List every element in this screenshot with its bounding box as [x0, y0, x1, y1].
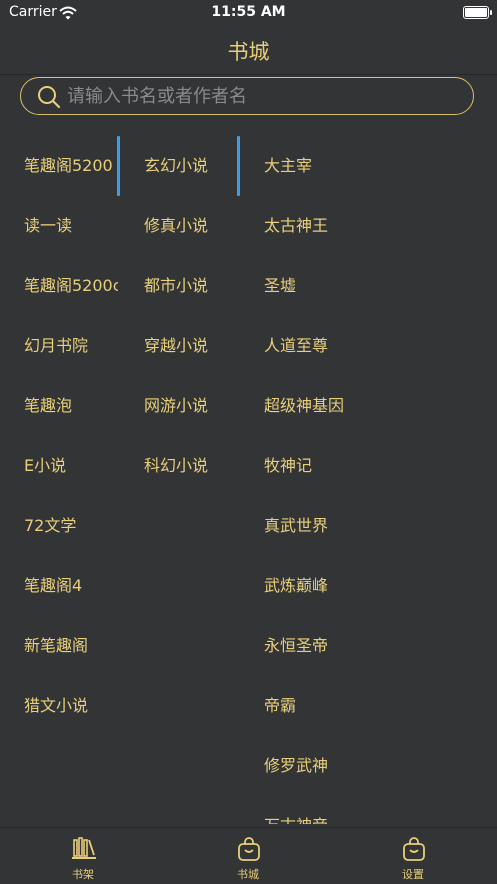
book-item[interactable]: 真武世界 — [264, 496, 414, 556]
book-item[interactable]: 太古神王 — [264, 196, 414, 256]
navigation-bar: 书城 — [0, 26, 497, 75]
scroll-indicator — [237, 136, 240, 196]
source-item[interactable]: 笔趣阁5200 — [24, 136, 118, 196]
tab-label: 书城 — [237, 868, 259, 881]
tab-bookshelf[interactable]: 书架 — [43, 828, 123, 884]
tab-label: 设置 — [402, 868, 424, 881]
category-item[interactable]: 都市小说 — [144, 256, 238, 316]
books-icon — [72, 837, 96, 859]
source-item[interactable]: 笔趣阁4 — [24, 556, 118, 616]
category-item[interactable]: 科幻小说 — [144, 436, 238, 496]
book-item[interactable]: 帝霸 — [264, 676, 414, 736]
source-item[interactable]: 笔趣泡 — [24, 376, 118, 436]
page-title: 书城 — [227, 40, 270, 64]
search-icon — [37, 85, 61, 113]
book-item[interactable]: 万古神帝 — [264, 796, 414, 824]
status-bar: Carrier 11:55 AM — [0, 0, 497, 26]
tab-settings[interactable]: 设置 — [373, 828, 453, 884]
bag-icon — [403, 837, 425, 861]
source-item[interactable]: 72文学 — [24, 496, 118, 556]
book-item[interactable]: 牧神记 — [264, 436, 414, 496]
book-item[interactable]: 大主宰 — [264, 136, 414, 196]
category-item[interactable]: 穿越小说 — [144, 316, 238, 376]
source-item[interactable]: 猎文小说 — [24, 676, 118, 736]
source-item[interactable]: 读一读 — [24, 196, 118, 256]
book-item[interactable]: 圣墟 — [264, 256, 414, 316]
book-item[interactable]: 超级神基因 — [264, 376, 414, 436]
book-item[interactable]: 永恒圣帝 — [264, 616, 414, 676]
clock: 11:55 AM — [211, 4, 286, 20]
book-item[interactable]: 武炼巅峰 — [264, 556, 414, 616]
book-item[interactable]: 修罗武神 — [264, 736, 414, 796]
category-item[interactable]: 玄幻小说 — [144, 136, 238, 196]
search-input[interactable] — [67, 81, 457, 111]
source-item[interactable]: E小说 — [24, 436, 118, 496]
book-item[interactable]: 人道至尊 — [264, 316, 414, 376]
category-item[interactable]: 修真小说 — [144, 196, 238, 256]
source-item[interactable]: 新笔趣阁 — [24, 616, 118, 676]
source-item[interactable]: 笔趣阁5200c — [24, 256, 118, 316]
source-item[interactable]: 幻月书院 — [24, 316, 118, 376]
category-list[interactable]: 玄幻小说 修真小说 都市小说 穿越小说 网游小说 科幻小说 — [144, 136, 238, 496]
scroll-indicator — [117, 136, 120, 196]
book-list[interactable]: 大主宰太古神王圣墟人道至尊超级神基因牧神记真武世界武炼巅峰永恒圣帝帝霸修罗武神万… — [264, 136, 414, 824]
bag-icon — [238, 837, 260, 861]
tab-bookstore[interactable]: 书城 — [208, 828, 288, 884]
battery-icon — [463, 6, 492, 19]
tab-label: 书架 — [72, 868, 94, 881]
source-list[interactable]: 笔趣阁5200 读一读 笔趣阁5200c 幻月书院 笔趣泡 E小说 72文学 笔趣阁4 新笔趣阁… — [24, 136, 118, 756]
tab-bar: 书架 书城 设置 — [0, 827, 497, 884]
category-item[interactable]: 网游小说 — [144, 376, 238, 436]
search-bar[interactable] — [20, 77, 474, 115]
